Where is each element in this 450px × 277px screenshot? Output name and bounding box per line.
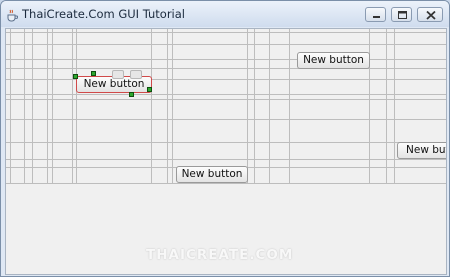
new-button-bottom[interactable]: New button	[176, 166, 248, 183]
watermark: THAICREATE.COM	[146, 247, 294, 263]
resize-anchor-right[interactable]	[130, 70, 142, 79]
minimize-button[interactable]	[365, 7, 386, 22]
design-canvas[interactable]: New button New button New button New but…	[5, 28, 447, 275]
maximize-icon	[398, 11, 407, 19]
new-button-top-right[interactable]: New button	[297, 52, 370, 69]
new-button-right-edge[interactable]: New button	[397, 142, 446, 159]
resize-anchor-left[interactable]	[112, 70, 124, 79]
selection-handle-top-left[interactable]	[73, 74, 78, 79]
window-title: ThaiCreate.Com GUI Tutorial	[22, 7, 185, 21]
selection-handle-right[interactable]	[147, 87, 152, 92]
selection-handle-bottom[interactable]	[129, 92, 134, 97]
java-cup-icon	[6, 7, 19, 22]
maximize-button[interactable]	[391, 7, 412, 22]
close-button[interactable]	[417, 7, 443, 22]
selection-handle-top[interactable]	[91, 71, 96, 76]
title-bar[interactable]: ThaiCreate.Com GUI Tutorial	[1, 1, 449, 27]
form-layout-grid	[6, 29, 446, 184]
app-window: ThaiCreate.Com GUI Tutorial New button N…	[0, 0, 450, 277]
close-icon	[426, 10, 436, 20]
minimize-icon	[373, 16, 380, 18]
